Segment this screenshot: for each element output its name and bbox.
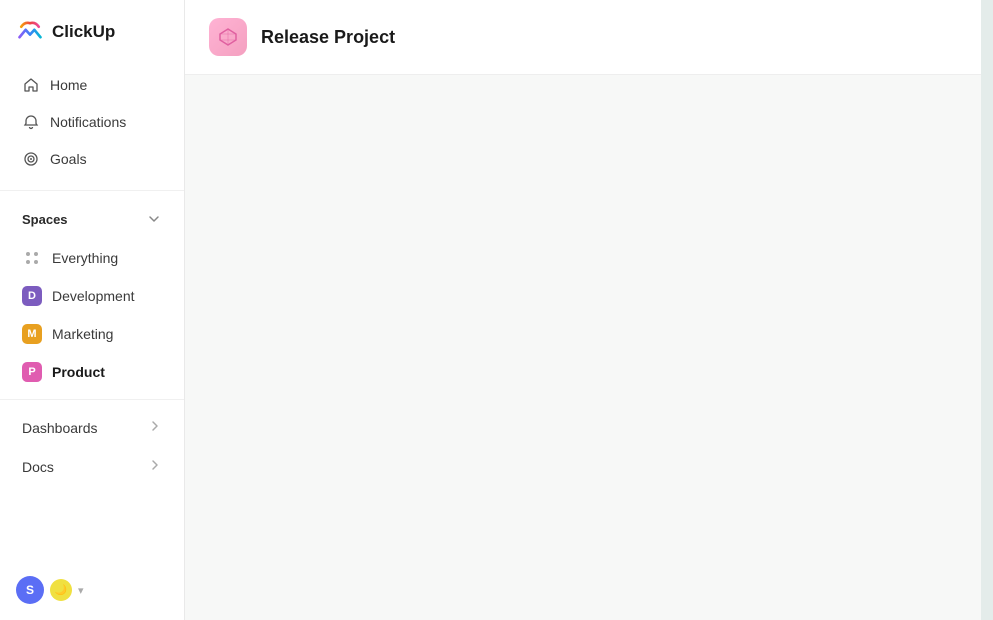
development-label: Development <box>52 288 135 304</box>
space-item-development[interactable]: D Development <box>6 278 178 314</box>
everything-label: Everything <box>52 250 118 266</box>
docs-chevron-icon <box>148 458 162 475</box>
dashboards-label: Dashboards <box>22 420 98 436</box>
home-label: Home <box>50 77 87 93</box>
clickup-logo-icon <box>16 18 44 46</box>
nav-item-goals[interactable]: Goals <box>6 141 178 177</box>
main-header: Release Project <box>185 0 981 75</box>
space-item-product[interactable]: P Product <box>6 354 178 390</box>
project-icon <box>209 18 247 56</box>
space-item-marketing[interactable]: M Marketing <box>6 316 178 352</box>
content-area <box>185 75 981 620</box>
marketing-avatar: M <box>22 324 42 344</box>
notifications-label: Notifications <box>50 114 126 130</box>
right-scrollbar[interactable] <box>981 0 993 620</box>
nav-item-notifications[interactable]: Notifications <box>6 104 178 140</box>
spaces-header[interactable]: Spaces <box>6 203 178 235</box>
project-title: Release Project <box>261 27 395 48</box>
marketing-label: Marketing <box>52 326 113 342</box>
collapsible-dashboards[interactable]: Dashboards <box>6 409 178 446</box>
product-label: Product <box>52 364 105 380</box>
home-icon <box>22 76 40 94</box>
development-avatar: D <box>22 286 42 306</box>
user-chevron-icon: ▾ <box>78 584 84 597</box>
nav-items: Home Notifications Goals <box>0 62 184 182</box>
goals-label: Goals <box>50 151 87 167</box>
nav-item-home[interactable]: Home <box>6 67 178 103</box>
dashboards-chevron-icon <box>148 419 162 436</box>
user-avatar: S <box>16 576 44 604</box>
sidebar-divider <box>0 190 184 191</box>
everything-dots-icon <box>22 248 42 268</box>
user-status-icon: 🌙 <box>50 579 72 601</box>
user-area[interactable]: S 🌙 ▾ <box>0 576 184 604</box>
space-item-everything[interactable]: Everything <box>6 240 178 276</box>
product-avatar: P <box>22 362 42 382</box>
sidebar-divider-2 <box>0 399 184 400</box>
goals-icon <box>22 150 40 168</box>
notifications-icon <box>22 113 40 131</box>
logo-area[interactable]: ClickUp <box>0 0 184 62</box>
spaces-chevron-icon <box>146 211 162 227</box>
spaces-section-label: Spaces <box>22 212 68 227</box>
main-content: Release Project <box>185 0 981 620</box>
logo-text: ClickUp <box>52 22 115 42</box>
docs-label: Docs <box>22 459 54 475</box>
sidebar: ClickUp Home Notifications <box>0 0 185 620</box>
collapsible-docs[interactable]: Docs <box>6 448 178 485</box>
